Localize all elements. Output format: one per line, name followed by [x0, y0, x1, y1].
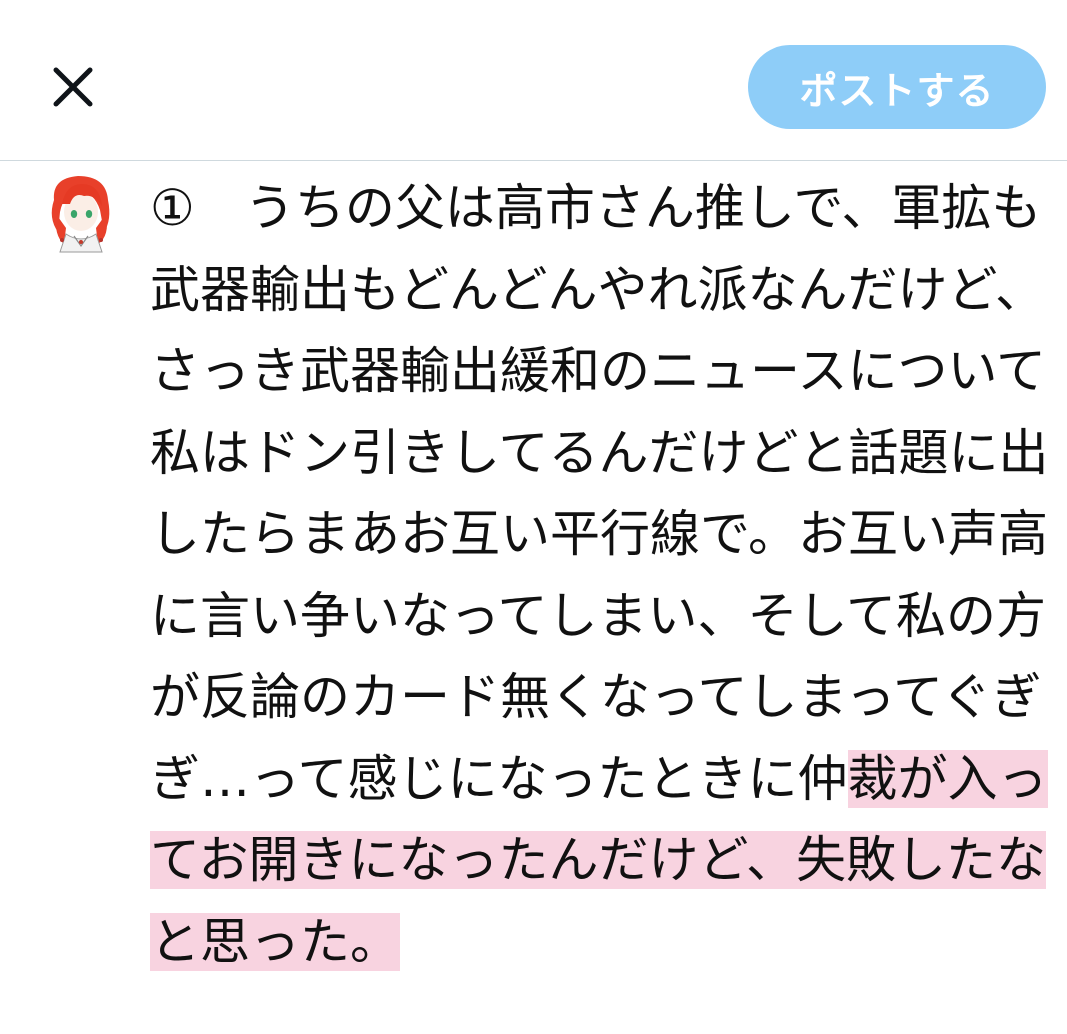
avatar-image	[51, 176, 110, 253]
compose-text-plain: ① うちの父は高市さん推しで、軍拡も武器輸出もどんどんやれ派なんだけど、さっき武…	[150, 179, 1049, 808]
post-button[interactable]: ポストする	[748, 45, 1046, 129]
close-icon	[53, 67, 93, 107]
compose-textarea[interactable]: ① うちの父は高市さん推しで、軍拡も武器輸出もどんどんやれ派なんだけど、さっき武…	[150, 168, 1050, 983]
compose-toolbar: ポストする	[0, 0, 1067, 161]
close-button[interactable]	[44, 58, 102, 116]
user-avatar[interactable]	[44, 170, 118, 254]
